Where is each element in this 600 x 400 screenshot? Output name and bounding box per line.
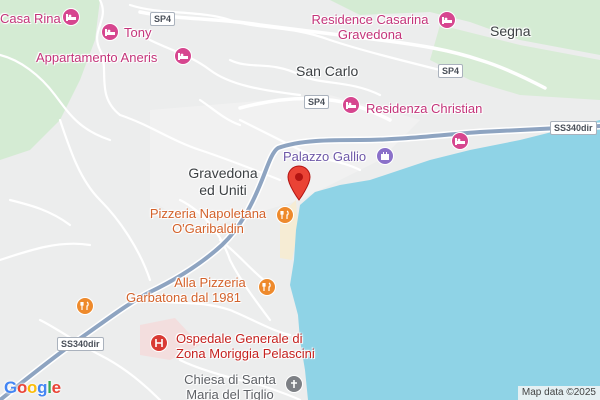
place-label-line: Maria del Tiglio	[186, 387, 274, 400]
cross-icon	[291, 380, 297, 388]
place-label-palazzo-gallio[interactable]: Palazzo Gallio	[283, 149, 366, 164]
place-label-residence-casarina[interactable]: Residence Casarina Gravedona	[305, 12, 435, 42]
place-label-chiesa-santa-maria[interactable]: Chiesa di Santa Maria del Tiglio	[178, 372, 282, 400]
place-label-line: Ospedale Generale di	[176, 331, 303, 346]
fork-knife-icon	[80, 301, 89, 310]
bed-icon	[346, 102, 356, 109]
place-label-alla-pizzeria-garbatona[interactable]: Alla Pizzeria	[160, 275, 260, 290]
logo-letter: e	[51, 378, 61, 397]
fork-knife-icon	[280, 210, 289, 219]
place-label-garbatona-line2: Garbatona dal 1981	[126, 290, 241, 305]
map-attribution[interactable]: Map data ©2025	[517, 386, 600, 400]
place-label-line: Gravedona	[188, 165, 258, 181]
place-label-line: Gravedona	[337, 27, 403, 42]
bed-icon	[178, 53, 188, 60]
place-label-line: Zona Moriggia Pelascini	[176, 346, 315, 361]
road-shield-ss340dir: SS340dir	[550, 121, 597, 135]
place-label-appartamento-aneris[interactable]: Appartamento Aneris	[36, 50, 157, 65]
logo-letter: o	[16, 378, 28, 397]
landmark-pin[interactable]	[376, 147, 394, 165]
hotel-pin[interactable]	[174, 47, 192, 65]
restaurant-pin[interactable]	[276, 206, 294, 224]
place-label-line: Chiesa di Santa	[184, 372, 276, 387]
road-shield-sp4: SP4	[438, 64, 464, 78]
google-logo: Google	[4, 378, 61, 398]
road-shield-sp4: SP4	[150, 12, 176, 26]
place-label-line: Residence Casarina	[311, 12, 429, 27]
road-shield-ss340dir: SS340dir	[57, 337, 104, 351]
hotel-pin[interactable]	[62, 8, 80, 26]
restaurant-pin[interactable]	[258, 278, 276, 296]
hotel-pin[interactable]	[342, 96, 360, 114]
bed-icon	[105, 29, 115, 36]
place-label-line: O'Garibaldin	[172, 221, 244, 236]
place-label-residenza-christian[interactable]: Residenza Christian	[366, 101, 482, 116]
restaurant-pin[interactable]	[76, 297, 94, 315]
map-canvas[interactable]: Casa Rina Tony Appartamento Aneris Resid…	[0, 0, 600, 400]
place-label-line: Alla Pizzeria	[174, 275, 246, 290]
hotel-pin[interactable]	[451, 132, 469, 150]
fork-knife-icon	[262, 282, 271, 291]
road-shield-sp4: SP4	[304, 95, 330, 109]
place-label-line: ed Uniti	[199, 182, 247, 198]
logo-letter: o	[27, 378, 38, 397]
logo-letter: G	[4, 378, 17, 397]
place-label-pizzeria-napoletana[interactable]: Pizzeria Napoletana O'Garibaldin	[140, 206, 276, 236]
place-label-tony[interactable]: Tony	[124, 25, 151, 40]
location-marker-icon[interactable]	[286, 165, 312, 201]
place-label-ospedale-generale[interactable]: Ospedale Generale di Zona Moriggia Pelas…	[176, 331, 315, 361]
place-label-segna[interactable]: Segna	[490, 23, 530, 40]
bed-icon	[66, 14, 76, 21]
place-label-casa-rina[interactable]: Casa Rina	[0, 11, 61, 26]
place-label-san-carlo[interactable]: San Carlo	[296, 63, 358, 80]
hotel-pin[interactable]	[101, 23, 119, 41]
castle-icon	[381, 152, 389, 160]
bed-icon	[442, 17, 452, 24]
place-label-line: Pizzeria Napoletana	[149, 206, 267, 221]
bed-icon	[455, 138, 465, 145]
place-label-gravedona-ed-uniti[interactable]: Gravedona ed Uniti	[178, 165, 268, 199]
hotel-pin[interactable]	[438, 11, 456, 29]
hospital-icon	[155, 339, 163, 347]
church-pin[interactable]	[285, 375, 303, 393]
logo-letter: g	[37, 378, 48, 397]
hospital-pin[interactable]	[150, 334, 168, 352]
